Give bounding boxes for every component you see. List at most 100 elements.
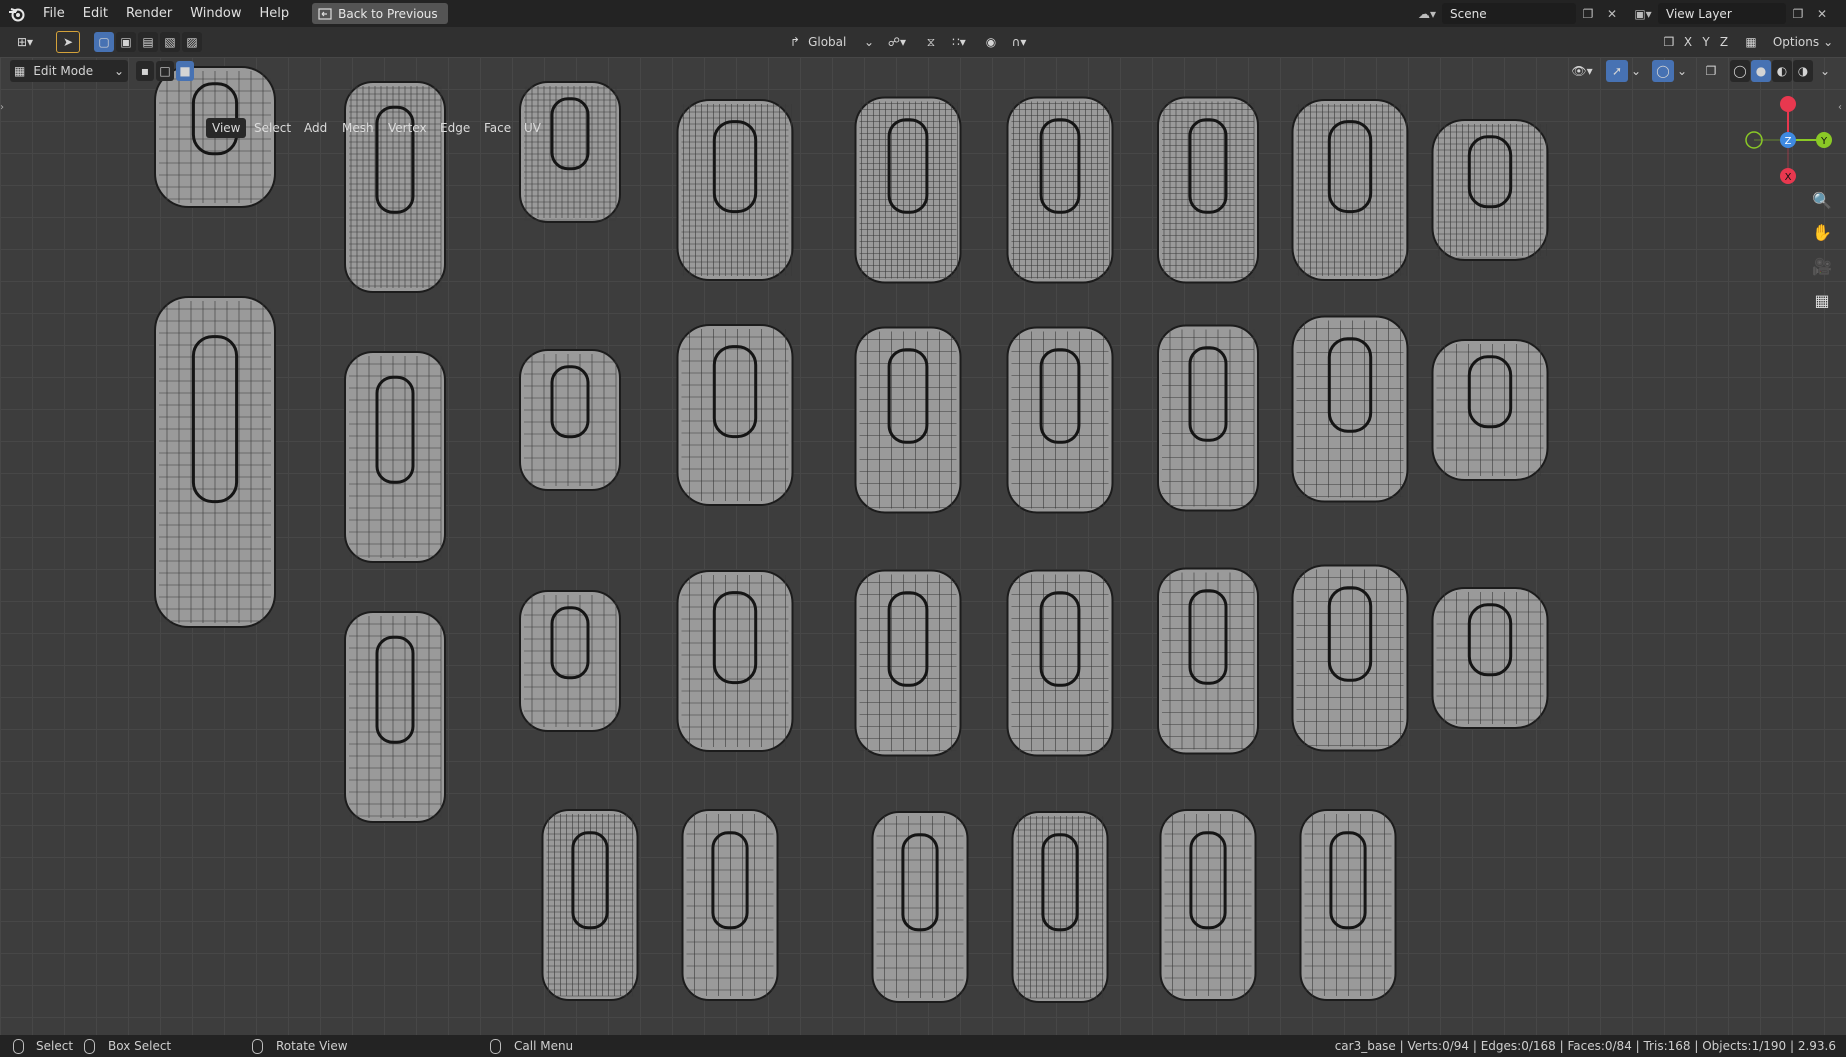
delete-scene-icon[interactable]: ✕ [1600,3,1624,24]
menu-file[interactable]: File [34,0,74,27]
face-select-icon[interactable]: ■ [176,61,194,81]
face-menu[interactable]: Face [478,118,517,138]
auto-merge-icon[interactable]: ▦ [1740,31,1762,53]
mesh-object[interactable] [519,81,621,223]
add-menu[interactable]: Add [298,118,333,138]
solid-shading-icon[interactable]: ● [1751,60,1771,82]
mouse-drag-icon [84,1039,95,1054]
mesh-object[interactable] [1157,96,1259,284]
mesh-object[interactable] [344,351,446,563]
select-invert-icon[interactable]: ▧ [160,32,180,52]
menu-window[interactable]: Window [181,0,250,27]
scene-name-field[interactable]: Scene [1442,3,1576,24]
mesh-object[interactable] [1431,119,1549,261]
blender-logo-icon[interactable] [0,0,34,27]
mesh-object[interactable] [1431,339,1549,481]
mesh-object[interactable] [1291,315,1409,503]
mode-dropdown[interactable]: ▦ Edit Mode ⌄ [10,60,128,82]
visibility-icon[interactable]: 👁▾ [1564,60,1600,82]
mesh-object[interactable] [871,811,969,1003]
select-intersect-icon[interactable]: ▨ [182,32,202,52]
mesh-object[interactable] [519,590,621,732]
3d-viewport[interactable] [0,57,1846,1037]
camera-view-icon[interactable]: 🎥 [1808,252,1836,280]
mesh-object[interactable] [344,611,446,823]
mesh-object[interactable] [854,569,962,757]
menu-render[interactable]: Render [117,0,181,27]
view-layer-name-field[interactable]: View Layer [1658,3,1786,24]
proportional-edit-icon[interactable]: ◉ [980,31,1002,53]
mesh-object[interactable] [519,349,621,491]
pan-hand-icon[interactable]: ✋ [1808,218,1836,246]
vertex-select-icon[interactable]: ▪ [136,61,154,81]
xray-toggle-icon[interactable]: ❐ [1700,60,1722,82]
scene-type-icon[interactable]: ☁▾ [1412,3,1442,24]
pivot-point-icon[interactable]: ☍▾ [880,31,914,53]
rendered-shading-icon[interactable]: ◑ [1793,60,1813,82]
gizmo-dropdown-icon[interactable]: ⌄ [1628,60,1644,82]
grid-ortho-icon[interactable]: ▦ [1808,286,1836,314]
select-extend-icon[interactable]: ▣ [116,32,136,52]
mesh-object[interactable] [154,296,276,628]
mesh-object[interactable] [1159,809,1257,1001]
mesh-object[interactable] [681,809,779,1001]
select-new-icon[interactable]: ▢ [94,32,114,52]
gizmo-z-top-icon[interactable] [1780,96,1796,112]
mesh-object[interactable] [854,326,962,514]
snap-toggle-icon[interactable]: ⧖ [920,31,942,53]
mesh-object[interactable] [1006,96,1114,284]
mesh-object[interactable] [1291,564,1409,752]
mesh-object[interactable] [1299,809,1397,1001]
navigation-gizmo[interactable]: Y Z X [1740,92,1836,188]
mesh-object[interactable] [1011,811,1109,1003]
mesh-object[interactable] [676,324,794,506]
new-scene-icon[interactable]: ❐ [1576,3,1600,24]
overlays-toggle-icon[interactable]: ◯ [1652,60,1674,82]
material-shading-icon[interactable]: ◐ [1772,60,1792,82]
transform-orientation-dropdown[interactable]: ↱ Global ⌄ [786,31,874,53]
mesh-object[interactable] [1157,567,1259,755]
zoom-icon[interactable]: 🔍 [1808,186,1836,214]
snap-target-icon[interactable]: ∷▾ [944,31,974,53]
select-subtract-icon[interactable]: ▤ [138,32,158,52]
mesh-object[interactable] [1157,324,1259,512]
vertex-menu[interactable]: Vertex [382,118,433,138]
mesh-object[interactable] [1431,587,1549,729]
mirror-icon[interactable]: ❒ [1658,31,1680,53]
select-tool-icon[interactable]: ➤ [56,31,80,53]
mesh-object[interactable] [1006,569,1114,757]
menu-edit[interactable]: Edit [74,0,117,27]
mouse-middle-icon [252,1039,263,1054]
delete-view-layer-icon[interactable]: ✕ [1810,3,1834,24]
toolbar-expand-icon[interactable]: › [0,102,4,113]
view-layer-icon[interactable]: ▣▾ [1628,3,1658,24]
uv-menu[interactable]: UV [518,118,547,138]
mesh-object[interactable] [1291,99,1409,281]
new-view-layer-icon[interactable]: ❐ [1786,3,1810,24]
mirror-y-toggle[interactable]: Y [1698,31,1714,53]
status-select: Select [36,1039,74,1053]
shading-dropdown-icon[interactable]: ⌄ [1816,60,1834,82]
mesh-menu[interactable]: Mesh [336,118,380,138]
mirror-z-toggle[interactable]: Z [1716,31,1732,53]
sidebar-expand-icon[interactable]: ‹ [1838,102,1842,113]
view-menu[interactable]: View [206,118,247,138]
mesh-object[interactable] [1006,326,1114,514]
mesh-object[interactable] [676,99,794,281]
overlays-dropdown-icon[interactable]: ⌄ [1674,60,1690,82]
falloff-icon[interactable]: ∩▾ [1004,31,1034,53]
edge-select-icon[interactable]: □ [156,61,174,81]
gizmo-toggle-icon[interactable]: ➚ [1606,60,1628,82]
mesh-object[interactable] [541,809,639,1001]
mesh-object[interactable] [676,570,794,752]
mesh-object[interactable] [854,96,962,284]
mirror-x-toggle[interactable]: X [1680,31,1696,53]
back-to-previous-button[interactable]: Back to Previous [312,3,448,24]
wireframe-shading-icon[interactable]: ◯ [1730,60,1750,82]
editor-type-icon[interactable]: ⊞▾ [8,31,42,53]
menu-help[interactable]: Help [251,0,299,27]
options-dropdown[interactable]: Options ⌄ [1770,31,1836,53]
select-menu[interactable]: Select [248,118,297,138]
edge-menu[interactable]: Edge [434,118,476,138]
mesh-object[interactable] [344,81,446,293]
